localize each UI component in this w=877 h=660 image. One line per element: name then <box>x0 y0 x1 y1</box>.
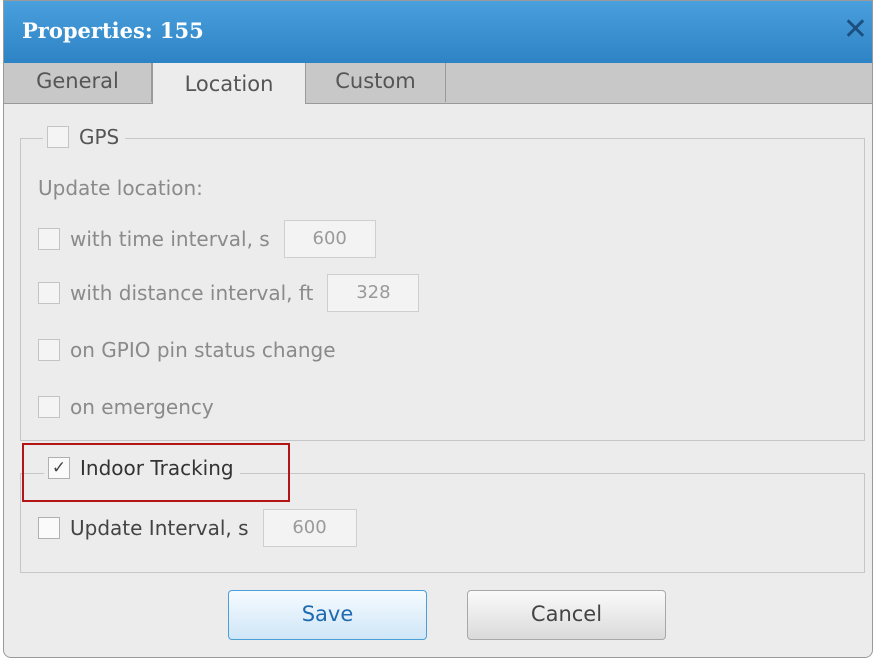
emergency-row: on emergency <box>38 395 214 419</box>
cancel-button[interactable]: Cancel <box>467 590 666 640</box>
indoor-tracking-label: Indoor Tracking <box>80 456 234 480</box>
indoor-tracking-checkbox[interactable]: ✓ <box>48 457 70 479</box>
time-interval-input[interactable]: 600 <box>283 220 376 258</box>
update-location-label: Update location: <box>38 176 203 200</box>
emergency-label: on emergency <box>70 395 214 419</box>
update-interval-label: Update Interval, s <box>70 516 249 540</box>
distance-interval-checkbox[interactable] <box>38 282 60 304</box>
time-interval-row: with time interval, s 600 <box>38 220 376 258</box>
save-button[interactable]: Save <box>228 590 427 640</box>
emergency-checkbox[interactable] <box>38 396 60 418</box>
distance-interval-row: with distance interval, ft 328 <box>38 274 420 312</box>
tab-general[interactable]: General <box>4 63 152 102</box>
time-interval-label: with time interval, s <box>70 227 270 251</box>
gpio-checkbox[interactable] <box>38 339 60 361</box>
close-icon[interactable]: ✕ <box>843 15 868 45</box>
update-interval-checkbox[interactable] <box>38 517 60 539</box>
distance-interval-label: with distance interval, ft <box>70 281 314 305</box>
update-interval-row: Update Interval, s 600 <box>38 509 357 547</box>
dialog-title: Properties: 155 <box>22 18 204 43</box>
distance-interval-input[interactable]: 328 <box>327 274 420 312</box>
tab-location[interactable]: Location <box>152 63 306 104</box>
update-interval-input[interactable]: 600 <box>262 509 357 547</box>
tab-custom[interactable]: Custom <box>306 63 446 102</box>
title-bar: Properties: 155 ✕ <box>4 1 872 63</box>
gps-legend: GPS <box>43 125 126 149</box>
indoor-tracking-legend: ✓ Indoor Tracking <box>44 456 240 480</box>
gps-checkbox[interactable] <box>47 126 69 148</box>
gpio-row: on GPIO pin status change <box>38 338 336 362</box>
tab-bar: General Location Custom <box>4 63 872 104</box>
gpio-label: on GPIO pin status change <box>70 338 336 362</box>
gps-label: GPS <box>79 125 120 149</box>
time-interval-checkbox[interactable] <box>38 228 60 250</box>
